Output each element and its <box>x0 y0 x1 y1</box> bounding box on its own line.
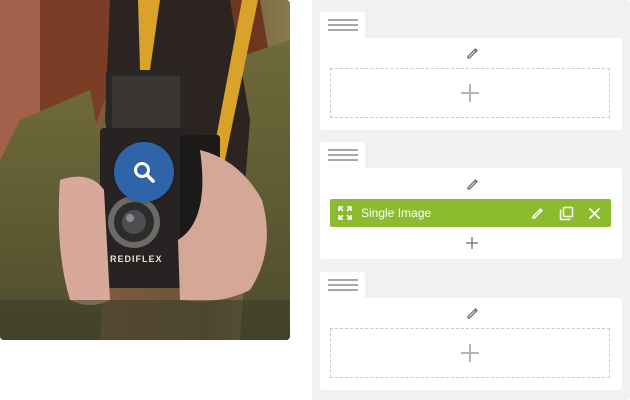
row-body <box>320 38 622 130</box>
builder-row-2: Single Image <box>320 142 622 260</box>
pencil-icon[interactable] <box>466 177 480 191</box>
pencil-icon[interactable] <box>466 306 480 320</box>
drag-handle-icon[interactable] <box>320 142 365 168</box>
single-image-element[interactable]: Single Image <box>330 199 611 227</box>
add-element-dropzone[interactable] <box>330 68 610 118</box>
plus-icon <box>461 344 479 362</box>
builder-row-3 <box>320 272 622 390</box>
expand-icon[interactable] <box>338 206 352 220</box>
plus-icon <box>461 84 479 102</box>
builder-row-1 <box>320 12 622 130</box>
pencil-icon[interactable] <box>531 206 545 220</box>
image-preview: REDIFLEX <box>0 0 290 340</box>
page-builder-panel: Single Image <box>312 0 630 400</box>
close-icon[interactable] <box>588 207 601 220</box>
magnifier-icon <box>134 162 155 183</box>
drag-handle-icon[interactable] <box>320 12 365 38</box>
add-element-dropzone[interactable] <box>330 328 610 378</box>
camera-brand-text: REDIFLEX <box>110 254 163 264</box>
plus-icon[interactable] <box>465 236 479 250</box>
row-body: Single Image <box>320 168 622 259</box>
clone-icon[interactable] <box>559 206 574 221</box>
drag-handle-icon[interactable] <box>320 272 365 298</box>
row-body <box>320 298 622 390</box>
pencil-icon[interactable] <box>466 46 480 60</box>
zoom-button[interactable] <box>114 142 174 202</box>
element-label: Single Image <box>361 206 432 220</box>
